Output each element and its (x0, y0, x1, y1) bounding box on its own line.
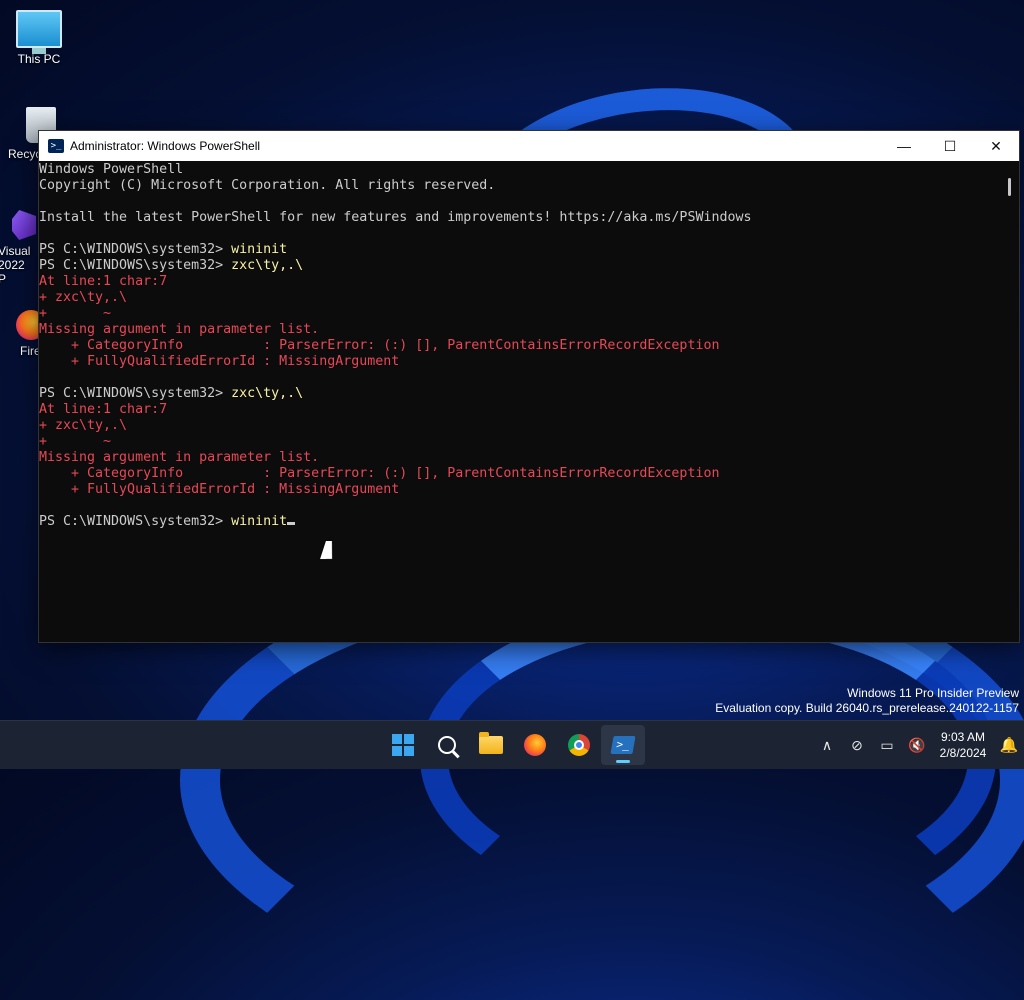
maximize-button[interactable]: ☐ (927, 131, 973, 161)
display-icon[interactable]: ▭ (872, 725, 902, 765)
scrollbar[interactable] (1001, 162, 1019, 642)
search-button[interactable] (425, 725, 469, 765)
system-tray: ∧ ⊘ ▭ 🔇 9:03 AM 2/8/2024 🔔 (812, 721, 1024, 769)
search-icon (438, 736, 456, 754)
desktop-icon-visual-studio[interactable]: Visual 2022 P (0, 210, 38, 286)
file-explorer-button[interactable] (469, 725, 513, 765)
console-command: wininit (231, 242, 288, 257)
error-text: At line:1 char:7 (39, 402, 168, 417)
powershell-icon: >_ (48, 139, 64, 153)
console-prompt: PS C:\WINDOWS\system32> (39, 258, 232, 273)
console-output[interactable]: Windows PowerShell Copyright (C) Microsof… (39, 162, 1001, 642)
error-text: + zxc\ty,.\ (39, 290, 128, 305)
firefox-icon (524, 734, 546, 756)
desktop-icon-firefox[interactable]: Fire (2, 310, 46, 358)
error-text: + ~ (39, 434, 112, 449)
console-line: + zxc\ty,.\ (39, 290, 1001, 306)
scrollbar-thumb[interactable] (1008, 178, 1011, 196)
error-text: + ~ (39, 306, 112, 321)
console-line: PS C:\WINDOWS\system32> wininit (39, 514, 1001, 530)
desktop-icon-label: This PC (17, 52, 61, 66)
console-command: zxc\ty,.\ (231, 258, 304, 273)
clock[interactable]: 9:03 AM 2/8/2024 (932, 729, 994, 761)
console-line: + CategoryInfo : ParserError: (:) [], Pa… (39, 466, 1001, 482)
title-bar[interactable]: >_ Administrator: Windows PowerShell — ☐… (39, 131, 1019, 161)
desktop-icon-this-pc[interactable]: This PC (4, 10, 74, 66)
notification-bell-icon[interactable]: 🔔 (994, 725, 1024, 765)
console-prompt: PS C:\WINDOWS\system32> (39, 242, 232, 257)
console-command: wininit (231, 514, 288, 529)
console-line: Missing argument in parameter list. (39, 450, 1001, 466)
visual-studio-icon (12, 210, 36, 240)
folder-icon (479, 732, 503, 754)
evaluation-watermark: Windows 11 Pro Insider Preview Evaluatio… (715, 686, 1019, 716)
windows-logo-icon (392, 734, 414, 756)
firefox-button[interactable] (513, 725, 557, 765)
console-line: At line:1 char:7 (39, 402, 1001, 418)
console-line: PS C:\WINDOWS\system32> zxc\ty,.\ (39, 386, 1001, 402)
console-line: Copyright (C) Microsoft Corporation. All… (39, 178, 1001, 194)
console-text: Windows PowerShell (39, 162, 184, 177)
network-offline-icon[interactable]: ⊘ (842, 725, 872, 765)
minimize-button[interactable]: — (881, 131, 927, 161)
error-text: + FullyQualifiedErrorId : MissingArgumen… (39, 482, 400, 497)
console-line: PS C:\WINDOWS\system32> zxc\ty,.\ (39, 258, 1001, 274)
console-text: Install the latest PowerShell for new fe… (39, 210, 752, 225)
error-text: Missing argument in parameter list. (39, 450, 320, 465)
console-line: At line:1 char:7 (39, 274, 1001, 290)
desktop-icon-label: Fire (20, 344, 41, 358)
start-button[interactable] (381, 725, 425, 765)
console-line: + zxc\ty,.\ (39, 418, 1001, 434)
error-text: + CategoryInfo : ParserError: (:) [], Pa… (39, 466, 720, 481)
error-text: + zxc\ty,.\ (39, 418, 128, 433)
chrome-icon (568, 734, 590, 756)
console-text: Copyright (C) Microsoft Corporation. All… (39, 178, 496, 193)
clock-time: 9:03 AM (940, 730, 986, 744)
console-line: + FullyQualifiedErrorId : MissingArgumen… (39, 482, 1001, 498)
taskbar: >_ ∧ ⊘ ▭ 🔇 9:03 AM 2/8/2024 🔔 (0, 720, 1024, 769)
watermark-build: Evaluation copy. Build 26040.rs_prerelea… (715, 701, 1019, 715)
console-line: + FullyQualifiedErrorId : MissingArgumen… (39, 354, 1001, 370)
close-button[interactable]: ✕ (973, 131, 1019, 161)
console-command: zxc\ty,.\ (231, 386, 304, 401)
error-text: + CategoryInfo : ParserError: (:) [], Pa… (39, 338, 720, 353)
console-prompt: PS C:\WINDOWS\system32> (39, 386, 232, 401)
error-text: Missing argument in parameter list. (39, 322, 320, 337)
console-line: + ~ (39, 434, 1001, 450)
console-prompt: PS C:\WINDOWS\system32> (39, 514, 232, 529)
powershell-icon: >_ (610, 736, 636, 754)
console-line: Missing argument in parameter list. (39, 322, 1001, 338)
console-line: PS C:\WINDOWS\system32> wininit (39, 242, 1001, 258)
error-text: At line:1 char:7 (39, 274, 168, 289)
console-line: + CategoryInfo : ParserError: (:) [], Pa… (39, 338, 1001, 354)
console-line: Windows PowerShell (39, 162, 1001, 178)
desktop-icon-label: Visual 2022 P (0, 244, 31, 286)
window-title: Administrator: Windows PowerShell (70, 139, 261, 153)
error-text: + FullyQualifiedErrorId : MissingArgumen… (39, 354, 400, 369)
console-line: Install the latest PowerShell for new fe… (39, 210, 1001, 226)
taskbar-apps: >_ (381, 721, 645, 769)
powershell-taskbar-button[interactable]: >_ (601, 725, 645, 765)
computer-icon (16, 10, 62, 54)
watermark-edition: Windows 11 Pro Insider Preview (847, 686, 1019, 700)
chrome-button[interactable] (557, 725, 601, 765)
text-cursor (287, 522, 296, 525)
clock-date: 2/8/2024 (939, 746, 987, 760)
powershell-window[interactable]: >_ Administrator: Windows PowerShell — ☐… (38, 130, 1020, 643)
chevron-up-icon[interactable]: ∧ (812, 725, 842, 765)
console-line: + ~ (39, 306, 1001, 322)
volume-muted-icon[interactable]: 🔇 (902, 725, 932, 765)
